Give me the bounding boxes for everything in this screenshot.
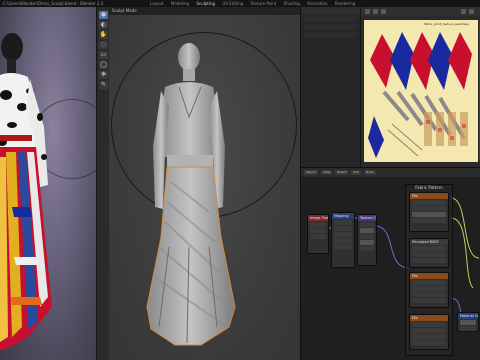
tab-shading[interactable]: Shading <box>284 1 300 6</box>
tab-sculpting[interactable]: Sculpting <box>196 1 215 6</box>
node-mix-3[interactable]: Mix <box>409 314 449 350</box>
outliner-row[interactable] <box>304 24 357 30</box>
node-header: Material Output <box>458 313 478 319</box>
lasso-mask-icon[interactable]: ◯ <box>99 61 108 69</box>
node-links <box>328 197 480 327</box>
pan-icon[interactable] <box>469 9 474 14</box>
mask-brush-icon[interactable]: ◌ <box>99 41 108 49</box>
node-mix-2[interactable]: Mix <box>409 272 449 308</box>
node-mapping[interactable]: Mapping <box>331 212 355 268</box>
sculpt-figure <box>146 43 236 346</box>
texture-pattern <box>368 32 472 158</box>
tab-animation[interactable]: Animation <box>307 1 327 6</box>
node-header: Mix <box>410 193 448 199</box>
shader-node-editor[interactable]: Object View Select Add Node Fabric Patte… <box>301 167 480 360</box>
tab-modeling[interactable]: Modeling <box>171 1 189 6</box>
tool-strip: ● ◐ ✋ ◌ ▭ ◯ ✥ ✎ <box>96 7 109 360</box>
view-menu-icon[interactable] <box>373 9 378 14</box>
transform-icon[interactable]: ✥ <box>99 71 108 79</box>
node-material-output[interactable]: Material Output <box>457 312 479 332</box>
3d-viewport[interactable]: Sculpt Mode <box>109 7 300 360</box>
tab-rendering[interactable]: Rendering <box>335 1 355 6</box>
draw-brush-icon[interactable]: ● <box>99 11 108 19</box>
rendered-figure <box>0 33 52 351</box>
zoom-icon[interactable] <box>461 9 466 14</box>
node-mix[interactable]: Mix <box>409 192 449 232</box>
box-mask-icon[interactable]: ▭ <box>99 51 108 59</box>
tab-layout[interactable]: Layout <box>150 1 164 6</box>
annotate-icon[interactable]: ✎ <box>99 81 108 89</box>
node-header: Mix <box>410 315 448 321</box>
tab-texture-paint[interactable]: Texture Paint <box>251 1 277 6</box>
node-image-texture[interactable]: Image Texture <box>307 214 329 254</box>
outliner-panel[interactable] <box>301 7 361 167</box>
node-texture-coordinate[interactable]: Texture Coordinate <box>357 214 377 266</box>
outliner-row[interactable] <box>304 16 357 22</box>
uv-editor-header <box>361 7 480 16</box>
blender-window: C:\Users\Blender\Dress_Sculpt.blend - Bl… <box>0 0 480 360</box>
smooth-brush-icon[interactable]: ◐ <box>99 21 108 29</box>
node-principled-bsdf[interactable]: Principled BSDF <box>409 238 449 268</box>
node-header: Texture Coordinate <box>358 215 376 221</box>
outliner-row[interactable] <box>304 32 357 38</box>
right-column: fabric_print_texture_seamless Object Vie… <box>300 7 480 360</box>
tab-uv-editing[interactable]: UV Editing <box>222 1 243 6</box>
node-header: Mix <box>410 273 448 279</box>
workspace-tabs: Layout Modeling Sculpting UV Editing Tex… <box>150 1 361 6</box>
grab-brush-icon[interactable]: ✋ <box>99 31 108 39</box>
node-header: Image Texture <box>308 215 328 221</box>
image-menu-icon[interactable] <box>381 9 386 14</box>
frame-label: Fabric Pattern <box>415 185 443 190</box>
window-title: C:\Users\Blender\Dress_Sculpt.blend - Bl… <box>3 1 104 6</box>
node-header: Principled BSDF <box>410 239 448 245</box>
render-preview[interactable] <box>0 7 96 360</box>
outliner-header <box>301 7 360 14</box>
uv-image-editor[interactable]: fabric_print_texture_seamless <box>361 7 480 167</box>
editor-type-icon[interactable] <box>365 9 370 14</box>
title-bar: C:\Users\Blender\Dress_Sculpt.blend - Bl… <box>0 0 480 7</box>
node-header: Mapping <box>332 213 354 219</box>
texture-image: fabric_print_texture_seamless <box>364 20 478 162</box>
